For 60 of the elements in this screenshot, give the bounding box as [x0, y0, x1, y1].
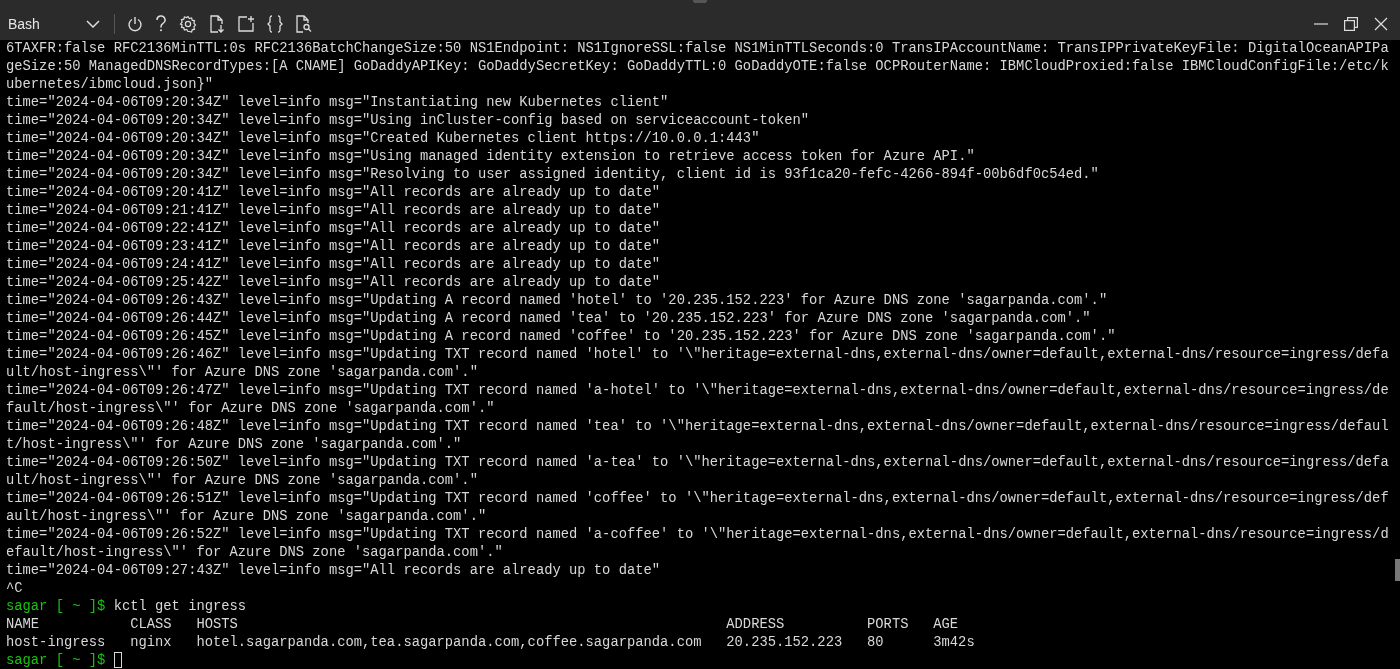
output-line: time="2024-04-06T09:27:43Z" level=info msg="All records are already up to date"	[6, 562, 662, 580]
output-line: time="2024-04-06T09:20:34Z" level=info msg="Resolving to user assigned identity, client id is 93f1ca20-fefc-4266-894f-00b6df0c54ed."	[6, 166, 1100, 184]
output-line: time="2024-04-06T09:26:43Z" level=info msg="Updating A record named 'hotel' to '20.235.152.223' for Azure DNS zone 'sagarpanda.com'."	[6, 292, 1109, 310]
chevron-down-icon	[85, 19, 100, 28]
column-header: NAME	[6, 616, 41, 634]
output-line: ^C	[6, 580, 24, 598]
scrollbar-thumb[interactable]	[1395, 559, 1400, 581]
file-preview-icon[interactable]	[294, 14, 312, 33]
output-line: time="2024-04-06T09:20:41Z" level=info msg="All records are already up to date"	[6, 184, 662, 202]
shell-prompt: sagar [ ~ ]$	[6, 652, 106, 669]
new-tab-icon[interactable]	[236, 14, 255, 33]
shell-dropdown[interactable]: Bash	[6, 13, 102, 34]
table-cell: 3m42s	[933, 634, 975, 652]
output-line: time="2024-04-06T09:20:34Z" level=info msg="Created Kubernetes client https://10.0.0.1:443"	[6, 130, 761, 148]
output-line: 6TAXFR:false RFC2136MinTTL:0s RFC2136BatchChangeSize:50 NS1Endpoint: NS1IgnoreSSL:false NS1MinTTLSeconds:0 TransIPAccountName: TransIPPrivateKeyFile: DigitalOceanAPIPa	[6, 40, 1390, 58]
output-line: efault/host-ingress\"' for Azure DNS zone 'sagarpanda.com'."	[6, 544, 504, 562]
output-line: time="2024-04-06T09:26:48Z" level=info msg="Updating TXT record named 'tea' to '\"heritage=external-dns,external-dns/owner=default,external-dns/resource=ingress/defaul	[6, 418, 1390, 436]
settings-icon[interactable]	[178, 14, 197, 33]
output-line: time="2024-04-06T09:26:51Z" level=info msg="Updating TXT record named 'coffee' to '\"heritage=external-dns,external-dns/owner=default,external-dns/resource=ingress/def	[6, 490, 1390, 508]
output-line: time="2024-04-06T09:24:41Z" level=info msg="All records are already up to date"	[6, 256, 662, 274]
power-icon[interactable]	[126, 15, 143, 32]
shell-prompt: sagar [ ~ ]$	[6, 598, 106, 616]
table-cell-text: hotel.sagarpanda.com,tea.sagarpanda.com,coffee.sagarpanda.com	[196, 634, 703, 652]
minimize-icon[interactable]	[1314, 22, 1328, 25]
close-icon[interactable]	[1374, 16, 1388, 31]
output-line: ult/host-ingress\"' for Azure DNS zone 'sagarpanda.com'."	[6, 364, 479, 382]
column-header: CLASS	[130, 616, 173, 634]
restore-icon[interactable]	[1344, 16, 1358, 31]
output-line: time="2024-04-06T09:26:46Z" level=info msg="Updating TXT record named 'hotel' to '\"heritage=external-dns,external-dns/owner=default,external-dns/resource=ingress/defa	[6, 346, 1390, 364]
output-line: time="2024-04-06T09:26:50Z" level=info msg="Updating TXT record named 'a-tea' to '\"heritage=external-dns,external-dns/owner=default,external-dns/resource=ingress/defa	[6, 454, 1390, 472]
output-line: time="2024-04-06T09:22:41Z" level=info msg="All records are already up to date"	[6, 220, 662, 238]
column-header: PORTS	[867, 616, 910, 634]
command-text: kctl get ingress	[113, 598, 247, 616]
help-icon[interactable]	[154, 15, 167, 32]
output-line: ault/host-ingress\"' for Azure DNS zone 'sagarpanda.com'."	[6, 508, 488, 526]
table-cell-text: host-ingress	[6, 634, 107, 652]
column-header: HOSTS	[196, 616, 239, 634]
output-line: time="2024-04-06T09:26:44Z" level=info msg="Updating A record named 'tea' to '20.235.152.223' for Azure DNS zone 'sagarpanda.com'."	[6, 310, 1092, 328]
output-line: time="2024-04-06T09:26:52Z" level=info msg="Updating TXT record named 'a-coffee' to '\"heritage=external-dns,external-dns/owner=default,external-dns/resource=ingress/d	[6, 526, 1390, 544]
output-line: time="2024-04-06T09:26:47Z" level=info msg="Updating TXT record named 'a-hotel' to '\"heritage=external-dns,external-dns/owner=default,external-dns/resource=ingress/de	[6, 382, 1390, 400]
braces-icon[interactable]	[266, 14, 283, 33]
table-cell-text: nginx	[130, 634, 173, 652]
column-header: ADDRESS	[726, 616, 786, 634]
output-line: time="2024-04-06T09:26:45Z" level=info msg="Updating A record named 'coffee' to '20.235.152.223' for Azure DNS zone 'sagarpanda.com'."	[6, 328, 1117, 346]
output-line: ult/host-ingress\"' for Azure DNS zone 'sagarpanda.com'."	[6, 472, 479, 490]
file-upload-icon[interactable]	[208, 14, 225, 33]
output-line: ubernetes/ibmcloud.json}"	[6, 76, 214, 94]
table-cell-text: 20.235.152.223	[726, 634, 844, 652]
table-cell-text: 80	[867, 634, 885, 652]
output-line: geSize:50 ManagedDNSRecordTypes:[A CNAME] GoDaddyAPIKey: GoDaddySecretKey: GoDaddyTTL:0 GoDaddyOTE:false OCPRouterName: IBMCloudProxied:false IBMCloudConfigFile:/etc/k	[6, 58, 1390, 76]
output-line: time="2024-04-06T09:20:34Z" level=info msg="Using managed identity extension to retrieve access token for Azure API."	[6, 148, 976, 166]
resize-handle[interactable]	[693, 0, 707, 3]
output-line: time="2024-04-06T09:20:34Z" level=info msg="Instantiating new Kubernetes client"	[6, 94, 670, 112]
output-line: t/host-ingress\"' for Azure DNS zone 'sagarpanda.com'."	[6, 436, 463, 454]
output-line: fault/host-ingress\"' for Azure DNS zone 'sagarpanda.com'."	[6, 400, 496, 418]
column-header: AGE	[933, 616, 959, 634]
output-line: time="2024-04-06T09:25:42Z" level=info msg="All records are already up to date"	[6, 274, 662, 292]
output-line: time="2024-04-06T09:21:41Z" level=info msg="All records are already up to date"	[6, 202, 662, 220]
output-line: time="2024-04-06T09:23:41Z" level=info msg="All records are already up to date"	[6, 238, 662, 256]
output-line: time="2024-04-06T09:20:34Z" level=info msg="Using inCluster-config based on serviceaccount-token"	[6, 112, 811, 130]
